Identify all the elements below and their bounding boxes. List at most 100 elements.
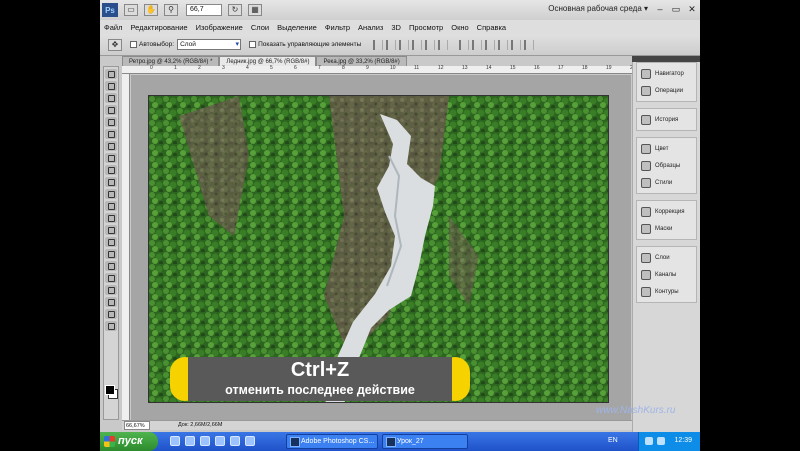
align-buttons [373, 39, 451, 50]
status-zoom-field[interactable]: 66,67% [124, 421, 150, 430]
align-vcenter-icon[interactable] [386, 39, 397, 50]
eyedropper-tool[interactable] [105, 129, 117, 139]
align-bottom-icon[interactable] [399, 39, 410, 50]
brush-tool[interactable] [105, 153, 117, 163]
menu-file[interactable]: Файл [100, 23, 126, 32]
hand-icon[interactable]: ✋ [144, 4, 158, 16]
blur-tool[interactable] [105, 213, 117, 223]
tray-icon[interactable] [657, 437, 665, 445]
gradient-tool[interactable] [105, 201, 117, 211]
autoselect-checkbox[interactable] [130, 41, 137, 48]
quick-select-tool[interactable] [105, 105, 117, 115]
menu-layers[interactable]: Слои [247, 23, 273, 32]
foreground-color-swatch[interactable] [105, 385, 115, 395]
distribute-vcenter-icon[interactable] [472, 39, 483, 50]
align-right-icon[interactable] [438, 39, 449, 50]
quick-launch-icon[interactable] [230, 436, 240, 446]
panel-history-label: История [655, 116, 679, 123]
autoselect-option[interactable]: Автовыбор: [130, 41, 174, 48]
menu-filter[interactable]: Фильтр [321, 23, 354, 32]
panel-paths[interactable]: Контуры [637, 283, 696, 300]
quick-launch-icon[interactable] [200, 436, 210, 446]
menu-select[interactable]: Выделение [273, 23, 321, 32]
history-brush-tool[interactable] [105, 177, 117, 187]
3d-rotate-tool[interactable] [105, 285, 117, 295]
zoom-level-field[interactable]: 66,7 [186, 4, 222, 16]
panel-styles[interactable]: Стили [637, 174, 696, 191]
distribute-right-icon[interactable] [524, 39, 535, 50]
workspace-switcher[interactable]: Основная рабочая среда ▾ [548, 4, 648, 13]
panel-channels[interactable]: Каналы [637, 266, 696, 283]
panel-history[interactable]: История [637, 111, 696, 128]
quick-launch-icon[interactable] [215, 436, 225, 446]
type-tool[interactable] [105, 249, 117, 259]
distribute-left-icon[interactable] [498, 39, 509, 50]
menu-analysis[interactable]: Анализ [354, 23, 387, 32]
panel-color[interactable]: Цвет [637, 140, 696, 157]
dodge-tool[interactable] [105, 225, 117, 235]
ruler-tick-label: 14 [486, 65, 492, 71]
menu-window[interactable]: Окно [447, 23, 472, 32]
zoom-tool[interactable] [105, 321, 117, 331]
panel-dock: Навигатор Операции История Цвет Образцы … [632, 56, 700, 432]
maximize-button[interactable]: ▭ [670, 3, 682, 15]
panel-masks[interactable]: Маски [637, 220, 696, 237]
shape-tool[interactable] [105, 273, 117, 283]
menu-3d[interactable]: 3D [387, 23, 405, 32]
3d-camera-tool[interactable] [105, 297, 117, 307]
clone-stamp-tool[interactable] [105, 165, 117, 175]
ruler-tick-label: 10 [390, 65, 396, 71]
panel-actions[interactable]: Операции [637, 82, 696, 99]
quick-launch-icon[interactable] [245, 436, 255, 446]
pen-tool[interactable] [105, 237, 117, 247]
distribute-top-icon[interactable] [459, 39, 470, 50]
lasso-tool[interactable] [105, 93, 117, 103]
align-left-icon[interactable] [412, 39, 423, 50]
taskbar-item-lesson[interactable]: Урок_27 [382, 434, 468, 449]
panel-layers[interactable]: Слои [637, 249, 696, 266]
marquee-tool[interactable] [105, 81, 117, 91]
eraser-tool[interactable] [105, 189, 117, 199]
quick-launch-icon[interactable] [185, 436, 195, 446]
options-bar: ✥ Автовыбор: Слой Показать управляющие э… [100, 34, 700, 56]
panel-styles-label: Стили [655, 179, 673, 186]
healing-tool[interactable] [105, 141, 117, 151]
minimize-button[interactable]: – [654, 3, 666, 15]
language-indicator[interactable]: EN [608, 437, 618, 444]
panel-dock-header[interactable] [632, 56, 700, 62]
show-controls-checkbox[interactable] [249, 41, 257, 48]
panel-swatches[interactable]: Образцы [637, 157, 696, 174]
menu-edit[interactable]: Редактирование [126, 23, 191, 32]
quick-launch-icon[interactable] [170, 436, 180, 446]
caption-box: Ctrl+Z отменить последнее действие [188, 357, 452, 401]
align-hcenter-icon[interactable] [425, 39, 436, 50]
panel-navigator[interactable]: Навигатор [637, 65, 696, 82]
caption-subtitle: отменить последнее действие [225, 383, 415, 397]
screen-mode-icon[interactable]: ▭ [124, 4, 138, 16]
crop-tool[interactable] [105, 117, 117, 127]
distribute-bottom-icon[interactable] [485, 39, 496, 50]
grid-icon[interactable]: ▦ [248, 4, 262, 16]
move-tool-icon[interactable]: ✥ [108, 38, 122, 51]
hand-tool[interactable] [105, 309, 117, 319]
menu-help[interactable]: Справка [473, 23, 510, 32]
close-button[interactable]: ✕ [686, 3, 698, 15]
menu-image[interactable]: Изображение [192, 23, 247, 32]
menu-view[interactable]: Просмотр [405, 23, 447, 32]
rotate-icon[interactable]: ↻ [228, 4, 242, 16]
ruler-tick-label: 0 [150, 65, 153, 71]
show-controls-option[interactable]: Показать управляющие элементы [249, 41, 361, 48]
panel-adjustments[interactable]: Коррекция [637, 203, 696, 220]
autoselect-dropdown[interactable]: Слой [177, 39, 242, 50]
zoom-icon[interactable]: ⚲ [164, 4, 178, 16]
taskbar-item-photoshop[interactable]: Adobe Photoshop CS... [286, 434, 378, 449]
align-top-icon[interactable] [373, 39, 384, 50]
move-tool[interactable] [105, 69, 117, 79]
start-button[interactable]: пуск [100, 432, 158, 451]
panel-channels-label: Каналы [655, 271, 677, 278]
distribute-hcenter-icon[interactable] [511, 39, 522, 50]
tab-retro[interactable]: Ретро.jpg @ 43,2% (RGB/8#) * [122, 56, 220, 66]
path-select-tool[interactable] [105, 261, 117, 271]
tray-icon[interactable] [645, 437, 653, 445]
tab-lednik[interactable]: Ледник.jpg @ 66,7% (RGB/8#) [219, 56, 317, 66]
